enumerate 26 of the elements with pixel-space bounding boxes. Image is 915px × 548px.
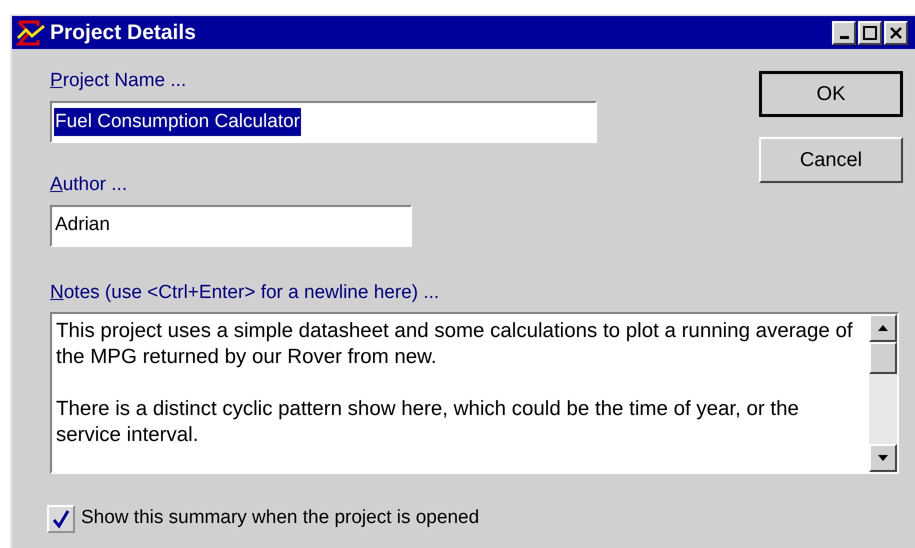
up-arrow-icon <box>877 324 889 332</box>
maximize-icon <box>863 26 877 40</box>
maximize-button[interactable] <box>858 20 882 44</box>
cancel-button[interactable]: Cancel <box>759 137 903 183</box>
down-arrow-icon <box>877 454 889 462</box>
scrollbar[interactable] <box>869 314 897 472</box>
notes-field[interactable] <box>50 312 899 474</box>
text-field[interactable]: Fuel Consumption Calculator <box>50 100 597 143</box>
close-icon <box>889 26 903 40</box>
minimize-button[interactable] <box>832 20 856 44</box>
checkbox[interactable] <box>47 504 75 532</box>
field-label: Project Name ... <box>50 69 188 93</box>
ok-button[interactable]: OK <box>759 71 903 117</box>
notes-paragraph: There is a distinct cyclic pattern show here, which could be the time of year, or the service interval. <box>56 396 800 448</box>
scroll-down-button[interactable] <box>869 444 897 472</box>
sigma-chart-icon <box>16 20 46 46</box>
minimize-icon <box>840 36 848 39</box>
scroll-thumb[interactable] <box>869 342 897 374</box>
notes-paragraph: This project uses a simple datasheet and some calculations to plot a running average of the MPG returned by our Rover from new. <box>56 318 854 370</box>
close-button[interactable] <box>884 20 908 44</box>
notes-label: Notes (use <Ctrl+Enter> for a newline here) ... <box>50 280 440 304</box>
checkbox-label: Show this summary when the project is opened <box>81 506 480 530</box>
window-title: Project Details <box>50 20 196 46</box>
text-field[interactable]: Adrian <box>50 204 412 246</box>
field-label: Author ... <box>50 172 128 196</box>
scroll-up-button[interactable] <box>869 314 897 342</box>
